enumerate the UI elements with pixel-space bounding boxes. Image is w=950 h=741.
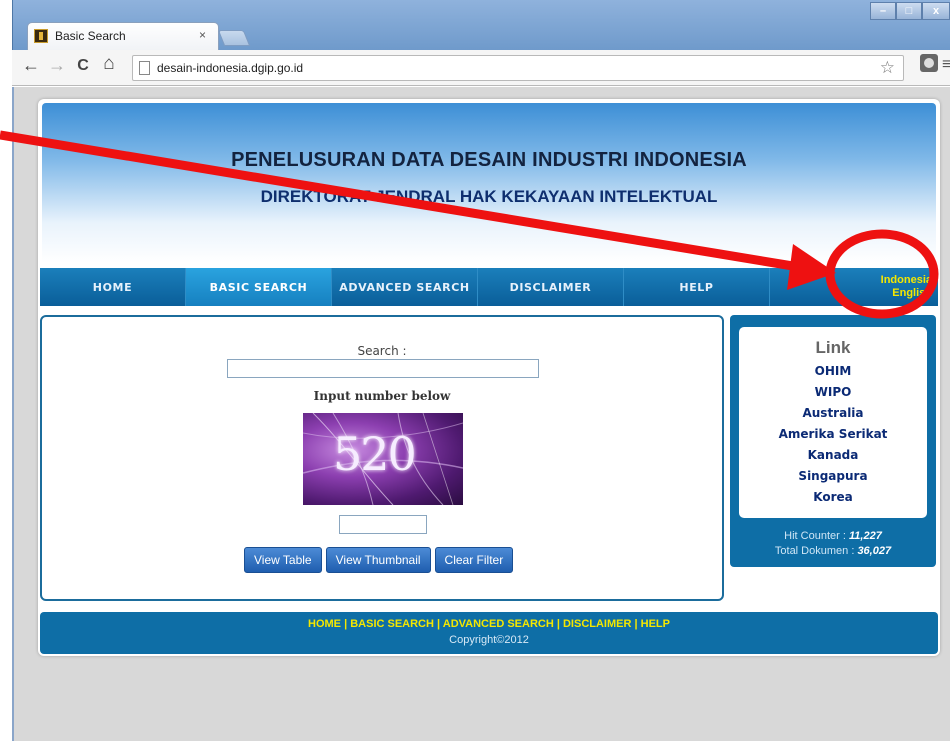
nav-disclaimer[interactable]: DISCLAIMER	[478, 268, 624, 306]
language-switcher: Indonesia English	[770, 268, 938, 306]
banner-title: PENELUSURAN DATA DESAIN INDUSTRI INDONES…	[231, 149, 747, 171]
nav-advanced-search[interactable]: ADVANCED SEARCH	[332, 268, 478, 306]
sidebar: Link OHIM WIPO Australia Amerika Serikat…	[730, 315, 936, 567]
view-thumbnail-button[interactable]: View Thumbnail	[325, 547, 431, 573]
window-controls: – □ x	[870, 2, 950, 20]
search-input[interactable]	[227, 359, 539, 378]
minimize-button[interactable]: –	[870, 2, 896, 20]
search-label: Search :	[357, 344, 407, 358]
link-box: Link OHIM WIPO Australia Amerika Serikat…	[739, 327, 927, 518]
captcha-image: 520	[303, 413, 463, 505]
site-banner: PENELUSURAN DATA DESAIN INDUSTRI INDONES…	[42, 103, 936, 263]
link-wipo[interactable]: WIPO	[739, 382, 927, 403]
new-tab-button[interactable]	[217, 30, 251, 46]
search-panel: Search : Input number below 520 View Tab…	[40, 315, 724, 601]
footer-link-advanced-search[interactable]: ADVANCED SEARCH	[443, 618, 554, 630]
lang-indonesia-link[interactable]: Indonesia	[881, 274, 932, 287]
site-favicon-icon	[34, 29, 48, 43]
footer-link-help[interactable]: HELP	[641, 618, 670, 630]
link-australia[interactable]: Australia	[739, 403, 927, 424]
footer-separator: |	[433, 618, 443, 630]
footer-links: HOME | BASIC SEARCH | ADVANCED SEARCH | …	[40, 618, 938, 630]
hit-counter-value: 11,227	[848, 530, 882, 542]
site-footer: HOME | BASIC SEARCH | ADVANCED SEARCH | …	[40, 612, 938, 654]
page-viewport: PENELUSURAN DATA DESAIN INDUSTRI INDONES…	[12, 87, 950, 741]
link-title: Link	[815, 338, 851, 357]
tab-title: Basic Search	[55, 29, 126, 43]
link-korea[interactable]: Korea	[739, 487, 927, 508]
forward-arrow-icon[interactable]: →	[46, 55, 68, 76]
link-list: OHIM WIPO Australia Amerika Serikat Kana…	[739, 361, 927, 508]
view-table-button[interactable]: View Table	[244, 547, 322, 573]
footer-separator: |	[553, 618, 563, 630]
nav-home[interactable]: HOME	[40, 268, 186, 306]
footer-separator: |	[631, 618, 641, 630]
copyright: Copyright©2012	[449, 634, 529, 646]
nav-help[interactable]: HELP	[624, 268, 770, 306]
link-kanada[interactable]: Kanada	[739, 445, 927, 466]
captcha-label: Input number below	[313, 389, 451, 403]
lang-english-link[interactable]: English	[892, 287, 932, 300]
captcha-input[interactable]	[339, 515, 427, 534]
close-window-button[interactable]: x	[922, 2, 950, 20]
footer-link-disclaimer[interactable]: DISCLAIMER	[563, 618, 631, 630]
browser-toolbar: ← → C ⌂ desain-indonesia.dgip.go.id ☆ ≡	[12, 50, 950, 86]
browser-titlebar: Basic Search × – □ x	[12, 0, 950, 50]
footer-separator: |	[341, 618, 351, 630]
page-icon	[139, 61, 150, 75]
link-singapura[interactable]: Singapura	[739, 466, 927, 487]
maximize-button[interactable]: □	[896, 2, 922, 20]
site-counter: Hit Counter : 11,227 Total Dokumen : 36,…	[730, 529, 936, 559]
captcha-number: 520	[333, 427, 417, 481]
browser-menu-icon[interactable]: ≡	[942, 56, 950, 74]
footer-link-basic-search[interactable]: BASIC SEARCH	[350, 618, 434, 630]
total-dokumen: Total Dokumen : 36,027	[730, 544, 936, 559]
extension-icon[interactable]	[920, 54, 938, 72]
browser-tab[interactable]: Basic Search ×	[27, 22, 219, 50]
main-nav: HOME BASIC SEARCH ADVANCED SEARCH DISCLA…	[40, 268, 938, 306]
hit-counter: Hit Counter : 11,227	[730, 529, 936, 544]
reload-icon[interactable]: C	[72, 57, 94, 75]
address-bar[interactable]: desain-indonesia.dgip.go.id ☆	[132, 55, 904, 81]
hit-counter-label: Hit Counter :	[784, 530, 846, 542]
nav-basic-search[interactable]: BASIC SEARCH	[186, 268, 332, 306]
clear-filter-button[interactable]: Clear Filter	[434, 547, 514, 573]
footer-link-home[interactable]: HOME	[308, 618, 341, 630]
search-buttons: View Table View Thumbnail Clear Filter	[244, 547, 514, 573]
tab-close-icon[interactable]: ×	[199, 28, 206, 42]
address-url[interactable]: desain-indonesia.dgip.go.id	[157, 61, 303, 75]
home-icon[interactable]: ⌂	[98, 53, 120, 75]
site-container: PENELUSURAN DATA DESAIN INDUSTRI INDONES…	[38, 99, 940, 656]
back-arrow-icon[interactable]: ←	[20, 55, 42, 76]
banner-subtitle: DIREKTORAT JENDRAL HAK KEKAYAAN INTELEKT…	[260, 187, 718, 206]
total-dokumen-label: Total Dokumen :	[774, 545, 855, 557]
bookmark-star-icon[interactable]: ☆	[880, 58, 895, 78]
link-amerika-serikat[interactable]: Amerika Serikat	[739, 424, 927, 445]
link-ohim[interactable]: OHIM	[739, 361, 927, 382]
total-dokumen-value: 36,027	[857, 545, 892, 557]
